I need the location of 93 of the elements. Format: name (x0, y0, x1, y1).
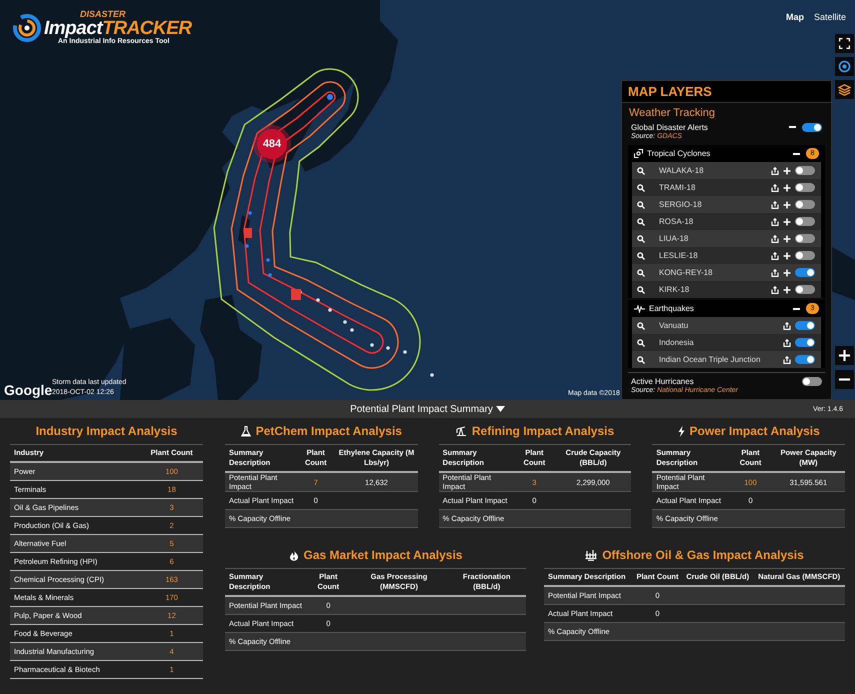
target-icon (838, 60, 851, 73)
section-title: Weather Tracking (628, 106, 716, 121)
layer-item-label: Indonesia (658, 338, 695, 347)
toggle-switch[interactable] (802, 376, 822, 386)
plus-icon[interactable] (783, 184, 791, 192)
upload-icon[interactable] (771, 166, 779, 174)
locate-button[interactable] (835, 57, 854, 76)
toggle-switch[interactable] (795, 338, 815, 347)
map-type-button[interactable]: Map (782, 10, 807, 24)
minus-icon (839, 378, 850, 381)
map-type-button[interactable]: Satellite (810, 10, 849, 24)
search-icon[interactable] (637, 184, 645, 192)
search-icon[interactable] (637, 338, 645, 346)
cyclone-icon (634, 149, 643, 158)
toggle-switch[interactable] (795, 166, 815, 175)
upload-icon[interactable] (771, 200, 779, 208)
logo-text: DISASTER (79, 10, 127, 19)
upload-icon[interactable] (771, 268, 779, 276)
layer-item-label: Indian Ocean Triple Junction (658, 355, 762, 364)
search-icon[interactable] (637, 252, 645, 260)
layer-item-label: KIRK-18 (658, 285, 690, 294)
table-title: Refining Impact Analysis (472, 424, 614, 438)
search-icon[interactable] (637, 286, 645, 294)
toggle-switch[interactable] (795, 321, 815, 330)
layer-label: Global Disaster Alerts (631, 122, 708, 132)
fullscreen-icon (839, 38, 850, 49)
upload-icon[interactable] (771, 218, 779, 226)
upload-icon[interactable] (771, 184, 779, 192)
group-label: Earthquakes (649, 304, 694, 313)
plus-icon[interactable] (783, 252, 791, 260)
plus-icon (839, 350, 850, 361)
logo-wordmark: ImpactTRACKER (44, 19, 192, 38)
summary-toggle[interactable]: Potential Plant Impact Summary (350, 404, 505, 414)
toggle-switch[interactable] (795, 268, 815, 277)
toggle-switch[interactable] (795, 200, 815, 209)
search-icon[interactable] (637, 166, 645, 174)
layers-button[interactable] (835, 80, 854, 99)
fullscreen-button[interactable] (835, 34, 854, 53)
upload-icon[interactable] (771, 286, 779, 294)
table-title: PetChem Impact Analysis (256, 424, 402, 438)
toggle-switch[interactable] (795, 183, 815, 192)
search-icon[interactable] (637, 356, 645, 364)
layer-item-label: LESLIE-18 (658, 251, 699, 260)
zoom-out-button[interactable] (835, 370, 854, 389)
table-title: Industry Impact Analysis (36, 424, 178, 438)
layer-item-label: KONG-REY-18 (658, 268, 714, 277)
search-icon[interactable] (637, 200, 645, 208)
plus-icon[interactable] (783, 268, 791, 276)
toggle-switch[interactable] (795, 285, 815, 294)
upload-icon[interactable] (783, 322, 791, 330)
table-title: Power Impact Analysis (690, 424, 820, 438)
plus-icon[interactable] (783, 200, 791, 208)
pump-jack-icon (456, 426, 467, 436)
upload-icon[interactable] (771, 234, 779, 242)
upload-icon[interactable] (783, 356, 791, 364)
layer-item-label: LIUA-18 (658, 234, 690, 243)
search-icon[interactable] (637, 268, 645, 276)
upload-icon[interactable] (771, 252, 779, 260)
lightning-bolt-icon (678, 426, 685, 436)
panel-title: MAP LAYERS (622, 81, 831, 103)
logo-icon (12, 12, 42, 42)
search-icon[interactable] (637, 218, 645, 226)
flask-icon (240, 426, 251, 436)
flame-icon (288, 550, 299, 560)
layer-label: Active Hurricanes (631, 376, 694, 386)
toggle-switch[interactable] (795, 217, 815, 226)
layer-item-label: SERGIO-18 (658, 200, 703, 209)
group-label: Tropical Cyclones (647, 149, 710, 158)
layer-item-label: WALAKA-18 (658, 166, 705, 175)
caret-icon (496, 406, 505, 412)
search-icon[interactable] (637, 322, 645, 330)
toggle-switch[interactable] (802, 122, 822, 132)
google-logo: Google (4, 382, 52, 398)
plus-icon[interactable] (783, 286, 791, 294)
upload-icon[interactable] (783, 338, 791, 346)
toggle-switch[interactable] (795, 355, 815, 364)
plus-icon[interactable] (783, 218, 791, 226)
minus-icon[interactable] (793, 308, 800, 310)
oil-rig-icon (585, 550, 598, 560)
plus-icon[interactable] (783, 166, 791, 174)
layer-item-label: Vanuatu (658, 321, 690, 330)
table-title: Gas Market Impact Analysis (304, 548, 462, 562)
toggle-switch[interactable] (795, 251, 815, 260)
search-icon[interactable] (637, 234, 645, 242)
layer-item-label: ROSA-18 (658, 217, 694, 226)
plus-icon[interactable] (783, 234, 791, 242)
table-title: Offshore Oil & Gas Impact Analysis (602, 548, 804, 562)
seismic-wave-icon (634, 304, 645, 312)
minus-icon[interactable] (793, 152, 800, 154)
layer-item-label: TRAMI-18 (658, 183, 696, 192)
zoom-in-button[interactable] (835, 346, 854, 365)
toggle-switch[interactable] (795, 234, 815, 243)
layers-icon (838, 84, 851, 96)
